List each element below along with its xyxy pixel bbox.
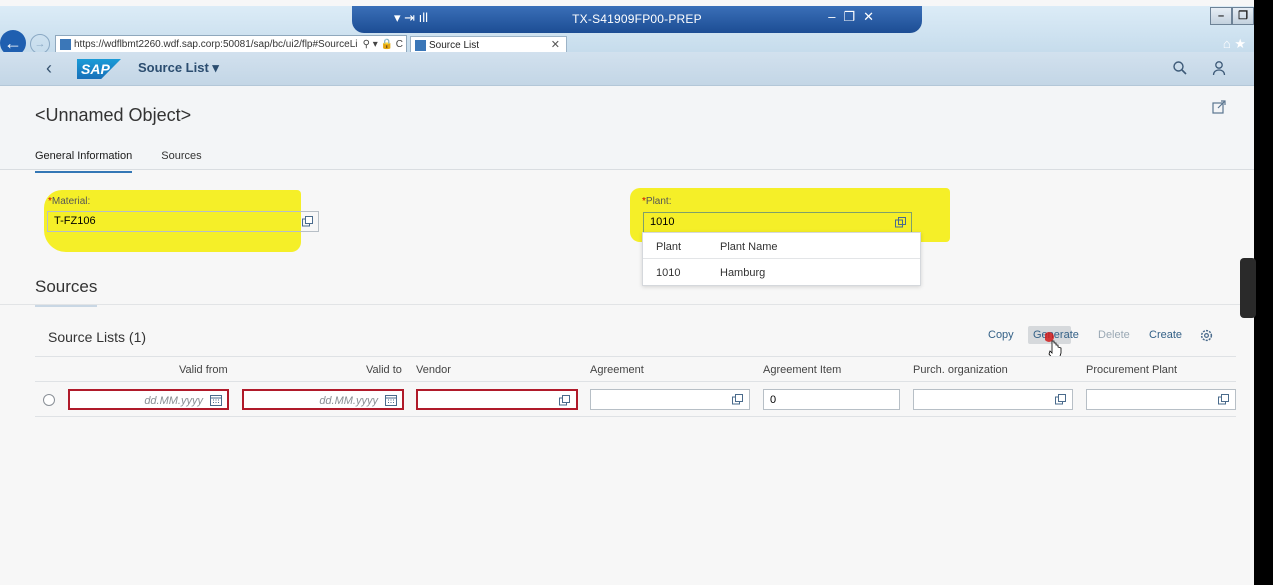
copy-button[interactable]: Copy [988, 329, 1014, 341]
col-valid-from: Valid from [179, 364, 228, 376]
app-title-menu[interactable]: Source List ▾ [138, 60, 219, 76]
plant-input[interactable]: 1010 [643, 212, 912, 233]
value-help-icon[interactable] [895, 217, 906, 228]
valid-to-placeholder: dd.MM.yyyy [319, 395, 378, 407]
agreement-input[interactable] [590, 389, 750, 410]
search-icon[interactable] [1172, 60, 1188, 76]
valid-from-input[interactable]: dd.MM.yyyy [68, 389, 229, 410]
suggestion-col-plant: Plant [656, 241, 682, 253]
address-url: https://wdflbmt2260.wdf.sap.corp:50081/s… [74, 39, 358, 50]
suggestion-row[interactable]: 1010 Hamburg [643, 259, 920, 286]
sap-logo[interactable]: SAP [77, 59, 121, 79]
user-icon[interactable] [1211, 60, 1227, 76]
restore-icon[interactable]: ❐ [1232, 7, 1254, 25]
material-input[interactable]: T-FZ106 [47, 211, 319, 232]
tab-favicon-icon [415, 40, 426, 51]
gear-icon[interactable] [1199, 328, 1214, 343]
browser-forward-button[interactable]: → [30, 34, 50, 54]
value-help-icon[interactable] [1055, 394, 1066, 405]
value-help-icon[interactable] [302, 216, 313, 227]
source-lists-title: Source Lists (1) [48, 329, 147, 345]
suggestion-col-plant-name: Plant Name [720, 241, 778, 253]
plant-label: *Plant: [642, 196, 672, 207]
minimize-icon[interactable]: – [1210, 7, 1232, 25]
suggestion-plant-name: Hamburg [720, 267, 766, 279]
procurement-plant-input[interactable] [1086, 389, 1236, 410]
screen: ← → https://wdflbmt2260.wdf.sap.corp:500… [0, 0, 1254, 585]
sources-section-title: Sources [35, 277, 98, 307]
source-lists-table: Valid from Valid to Vendor Agreement Agr… [35, 356, 1236, 417]
vendor-input[interactable] [416, 389, 578, 410]
home-star-icon[interactable]: ⌂ ★ [1223, 36, 1246, 52]
agreement-item-input[interactable]: 0 [763, 389, 900, 410]
valid-from-placeholder: dd.MM.yyyy [144, 395, 203, 407]
shell-bar: ‹ SAP Source List ▾ [0, 52, 1254, 86]
suggestion-plant: 1010 [656, 267, 681, 279]
section-divider [0, 304, 1254, 305]
object-tabs: General Information Sources [35, 150, 228, 173]
window-controls: – ❐ [1210, 6, 1254, 26]
agreement-item-value: 0 [770, 394, 777, 406]
tab-general-information[interactable]: General Information [35, 150, 133, 173]
material-label: *Material: [48, 196, 91, 207]
remote-session-bar: ▾ ⇥ ıll TX-S41909FP00-PREP –❐✕ [352, 6, 922, 33]
tab-sources[interactable]: Sources [161, 150, 201, 171]
col-procurement-plant: Procurement Plant [1086, 364, 1178, 376]
favicon-icon [60, 39, 71, 50]
calendar-icon[interactable] [210, 394, 222, 406]
calendar-icon[interactable] [385, 394, 397, 406]
value-help-icon[interactable] [559, 395, 570, 406]
shell-back-icon[interactable]: ‹ [46, 58, 52, 79]
tab-title: Source List [429, 40, 480, 51]
col-vendor: Vendor [416, 364, 451, 376]
suggestion-header: Plant Plant Name [643, 233, 920, 259]
col-agreement: Agreement [590, 364, 644, 376]
value-help-icon[interactable] [1218, 394, 1229, 405]
row-select-radio[interactable] [43, 394, 55, 406]
create-button[interactable]: Create [1149, 329, 1182, 341]
address-tools-icon[interactable]: ⚲ ▾ 🔒 C [363, 36, 403, 53]
valid-to-input[interactable]: dd.MM.yyyy [242, 389, 404, 410]
col-purch-org: Purch. organization [913, 364, 1008, 376]
remote-window-controls-icon[interactable]: –❐✕ [828, 9, 882, 25]
plant-value: 1010 [650, 216, 675, 228]
plant-suggestion-popup: Plant Plant Name 1010 Hamburg [642, 232, 921, 286]
share-icon[interactable] [1211, 99, 1227, 115]
table-row: dd.MM.yyyy dd.MM.yyyy 0 [35, 382, 1236, 417]
col-valid-to: Valid to [366, 364, 402, 376]
purch-org-input[interactable] [913, 389, 1073, 410]
col-agreement-item: Agreement Item [763, 364, 842, 376]
table-header: Valid from Valid to Vendor Agreement Agr… [35, 356, 1236, 382]
value-help-icon[interactable] [732, 394, 743, 405]
object-header: <Unnamed Object> General Information Sou… [0, 86, 1254, 173]
material-value: T-FZ106 [54, 215, 96, 227]
page-title: <Unnamed Object> [35, 105, 192, 125]
delete-button[interactable]: Delete [1098, 329, 1130, 341]
side-panel-handle[interactable] [1240, 258, 1256, 318]
